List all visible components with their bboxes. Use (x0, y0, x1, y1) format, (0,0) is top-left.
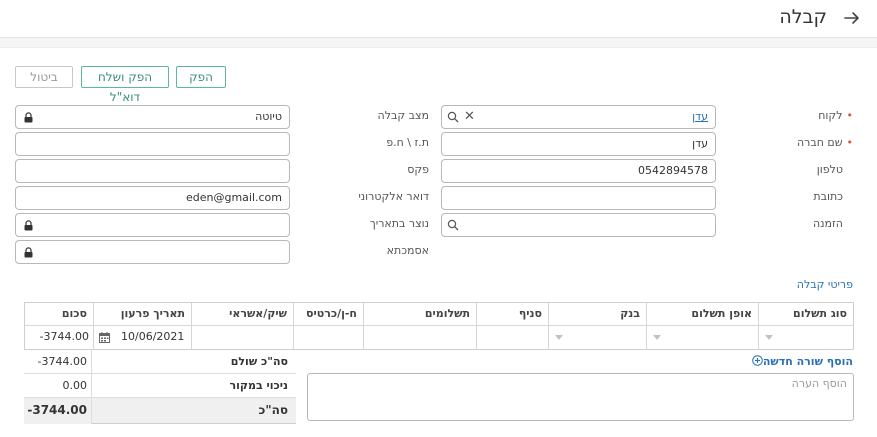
company-name-field[interactable]: עדן (441, 132, 716, 156)
lock-icon (24, 247, 33, 258)
search-icon[interactable] (447, 111, 459, 123)
header-divider (0, 38, 877, 48)
customer-value[interactable]: עדן (692, 110, 708, 123)
due-date-cell[interactable]: 10/06/2021 (93, 326, 191, 349)
created-date-label: נוצר בתאריך (369, 217, 429, 230)
column-header-check-credit: שיק/אשראי (191, 303, 293, 326)
installments-cell[interactable] (363, 326, 476, 349)
id-number-label: ת.ז \ ח.פ (386, 136, 429, 149)
bank-select[interactable] (548, 326, 646, 349)
cancel-button[interactable]: ביטול (15, 66, 73, 88)
id-number-field[interactable] (15, 132, 290, 156)
issue-and-email-button[interactable]: הפק ושלח דוא"ל (81, 66, 169, 104)
payment-type-select[interactable] (758, 326, 853, 349)
grand-total-value: -3744.00 (24, 398, 92, 424)
receipt-status-field: טיוטה (15, 105, 290, 129)
receipt-items-title: פריטי קבלה (796, 278, 853, 291)
page-title: קבלה (779, 6, 827, 28)
grand-total-label: סה"כ (258, 403, 288, 417)
customer-field[interactable]: עדן ✕ (441, 105, 716, 129)
created-date-field (15, 213, 290, 237)
order-field[interactable] (441, 213, 716, 237)
phone-label: טלפון (816, 163, 843, 176)
fax-label: פקס (407, 163, 429, 176)
add-row-link[interactable]: הוסף שורה חדשה (749, 355, 853, 368)
note-textarea[interactable]: הוסף הערה (307, 373, 854, 421)
column-header-installments: תשלומים (363, 303, 476, 326)
required-mark: • (846, 109, 854, 122)
total-paid-label: סה"כ שולם (230, 355, 288, 368)
calendar-icon[interactable] (99, 332, 110, 343)
column-header-bank: בנק (548, 303, 646, 326)
receipt-status-label: מצב קבלה (377, 109, 429, 122)
address-field[interactable] (441, 186, 716, 210)
required-mark: • (846, 136, 854, 149)
customer-label: לקוח • (818, 109, 853, 122)
withholding-value: 0.00 (24, 374, 92, 398)
payment-method-select[interactable] (646, 326, 758, 349)
total-paid-row: סה"כ שולם -3744.00 (24, 350, 296, 374)
chevron-down-icon (765, 335, 773, 340)
chevron-down-icon (653, 335, 661, 340)
receipt-items-table: סוג תשלום אופן תשלום בנק סניף תשלומים ח-… (24, 302, 854, 350)
branch-cell[interactable] (476, 326, 548, 349)
arrow-right-icon[interactable] (843, 9, 861, 27)
reference-field (15, 240, 290, 264)
column-header-due-date: תאריך פרעון (93, 303, 191, 326)
email-label: דואר אלקטרוני (358, 190, 429, 203)
withholding-label: ניכוי במקור (229, 379, 288, 392)
phone-field[interactable]: 0542894578 (441, 159, 716, 183)
chevron-down-icon (555, 335, 563, 340)
grand-total-row: סה"כ -3744.00 (24, 398, 296, 424)
search-icon[interactable] (447, 219, 459, 231)
plus-circle-icon (752, 355, 763, 366)
close-icon[interactable]: ✕ (464, 110, 475, 124)
order-label: הזמנה (812, 217, 843, 230)
address-label: כתובת (813, 190, 843, 203)
header-bar (0, 0, 877, 38)
withholding-row: ניכוי במקור 0.00 (24, 374, 296, 398)
column-header-amount: סכום (25, 303, 93, 326)
column-header-account-card: ח-ן/כרטיס (293, 303, 363, 326)
column-header-payment-type: סוג תשלום (758, 303, 853, 326)
column-header-branch: סניף (476, 303, 548, 326)
reference-label: אסמכתא (386, 244, 429, 257)
total-paid-value: -3744.00 (24, 350, 92, 374)
issue-button[interactable]: הפק (176, 66, 226, 88)
check-credit-cell[interactable] (191, 326, 293, 349)
lock-icon (24, 112, 33, 123)
account-card-cell[interactable] (293, 326, 363, 349)
email-field[interactable]: eden@gmail.com (15, 186, 290, 210)
fax-field[interactable] (15, 159, 290, 183)
amount-cell[interactable]: -3744.00 (25, 326, 93, 349)
column-header-payment-method: אופן תשלום (646, 303, 758, 326)
company-name-label: שם חברה • (796, 136, 854, 149)
lock-icon (24, 220, 33, 231)
